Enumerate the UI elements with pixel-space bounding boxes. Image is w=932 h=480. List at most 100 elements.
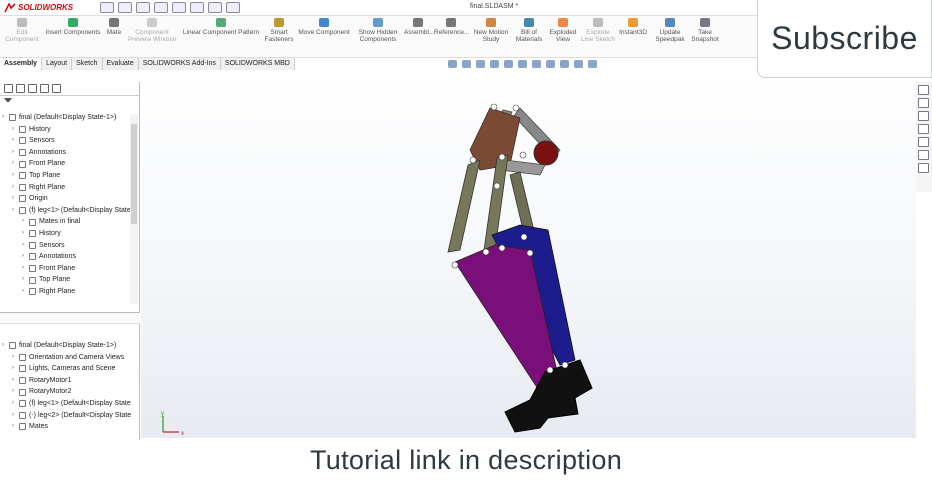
tree-item[interactable]: › (f) leg<1> (Default<Display State — [0, 205, 139, 217]
ribbon-button-0[interactable]: Edit Component — [4, 18, 40, 43]
tree-item[interactable]: › (f) leg<1> (Default<Display State — [0, 398, 140, 410]
appearances-icon[interactable] — [918, 137, 929, 147]
ribbon-button-13[interactable]: Explode Line Sketch — [580, 18, 616, 43]
hide-show-icon[interactable] — [546, 60, 555, 68]
expand-arrow-icon[interactable]: › — [12, 375, 19, 387]
expand-arrow-icon[interactable]: › — [12, 135, 19, 147]
tree-item[interactable]: › Right Plane — [0, 182, 139, 194]
forum-icon[interactable] — [918, 163, 929, 173]
view-settings-icon[interactable] — [588, 60, 597, 68]
dimxpert-tab-icon[interactable] — [40, 84, 49, 93]
expand-arrow-icon[interactable]: › — [22, 216, 29, 228]
solidworks-logo[interactable]: SOLIDWORKS — [2, 2, 86, 14]
thigh-link-left[interactable] — [447, 159, 481, 253]
file-explorer-icon[interactable] — [918, 111, 929, 121]
expand-arrow-icon[interactable]: › — [12, 205, 19, 217]
tree-item[interactable]: › Annotations — [0, 251, 139, 263]
expand-arrow-icon[interactable]: › — [12, 124, 19, 136]
expand-arrow-icon[interactable]: › — [22, 240, 29, 252]
new-icon[interactable] — [100, 2, 114, 13]
expand-arrow-icon[interactable]: › — [12, 410, 19, 422]
tree-item[interactable]: › Front Plane — [0, 158, 139, 170]
property-manager-tab-icon[interactable] — [16, 84, 25, 93]
expand-arrow-icon[interactable]: › — [22, 228, 29, 240]
print-icon[interactable] — [154, 2, 168, 13]
assembly-model[interactable]: x y — [141, 72, 916, 438]
tree-item[interactable]: › Orientation and Camera Views — [0, 352, 140, 364]
tree-item[interactable]: › Sensors — [0, 240, 139, 252]
ribbon-button-2[interactable]: Mate — [104, 18, 124, 36]
expand-arrow-icon[interactable]: › — [12, 363, 19, 375]
undo-icon[interactable] — [172, 2, 186, 13]
expand-arrow-icon[interactable]: › — [12, 147, 19, 159]
expand-arrow-icon[interactable]: › — [22, 286, 29, 298]
tree-item[interactable]: › Front Plane — [0, 263, 139, 275]
save-icon[interactable] — [136, 2, 150, 13]
options-icon[interactable] — [226, 2, 240, 13]
ribbon-button-3[interactable]: Component Preview Window — [126, 18, 178, 43]
expand-arrow-icon[interactable]: › — [12, 193, 19, 205]
tree-item[interactable]: › Annotations — [0, 147, 139, 159]
expand-arrow-icon[interactable]: › — [12, 158, 19, 170]
ribbon-button-11[interactable]: Bill of Materials — [514, 18, 544, 43]
tree-item[interactable]: › Sensors — [0, 135, 139, 147]
home-icon[interactable] — [918, 85, 929, 95]
section-view-icon[interactable] — [490, 60, 499, 68]
tree-item[interactable]: › Top Plane — [0, 274, 139, 286]
expand-arrow-icon[interactable]: › — [2, 112, 9, 124]
tree-item[interactable]: › History — [0, 228, 139, 240]
ribbon-button-4[interactable]: Linear Component Pattern — [182, 18, 260, 36]
ribbon-button-7[interactable]: Show Hidden Components — [356, 18, 400, 43]
ribbon-button-8[interactable]: Assembl... — [404, 18, 434, 36]
configuration-manager-tab-icon[interactable] — [28, 84, 37, 93]
ribbon-button-14[interactable]: Instant3D — [618, 18, 648, 36]
tree-item[interactable]: › Right Plane — [0, 286, 139, 298]
view-orientation-icon[interactable] — [518, 60, 527, 68]
expand-arrow-icon[interactable]: › — [12, 421, 19, 433]
edit-appearance-icon[interactable] — [560, 60, 569, 68]
tree-item[interactable]: › Origin — [0, 193, 139, 205]
expand-arrow-icon[interactable]: › — [12, 352, 19, 364]
tree-item[interactable]: › RotaryMotor2 — [0, 386, 140, 398]
tree-item[interactable]: › Top Plane — [0, 170, 139, 182]
command-tab-2[interactable]: Sketch — [72, 58, 103, 70]
tree-item[interactable]: › RotaryMotor1 — [0, 375, 140, 387]
expand-arrow-icon[interactable]: › — [12, 398, 19, 410]
display-manager-tab-icon[interactable] — [52, 84, 61, 93]
ribbon-button-10[interactable]: New Motion Study — [472, 18, 510, 43]
select-icon[interactable] — [190, 2, 204, 13]
ribbon-button-1[interactable]: Insert Components — [44, 18, 102, 36]
tree-item[interactable]: › final (Default<Display State-1>) — [0, 340, 140, 352]
design-library-icon[interactable] — [918, 98, 929, 108]
graphics-area[interactable]: x y — [141, 72, 916, 438]
tree-item[interactable]: › Mates — [0, 421, 140, 433]
ribbon-button-6[interactable]: Move Component — [296, 18, 352, 36]
expand-arrow-icon[interactable]: › — [2, 340, 9, 352]
expand-arrow-icon[interactable]: › — [22, 251, 29, 263]
scrollbar-thumb[interactable] — [131, 124, 137, 224]
apply-scene-icon[interactable] — [574, 60, 583, 68]
expand-arrow-icon[interactable]: › — [12, 170, 19, 182]
tree-item[interactable]: › Lights, Cameras and Scene — [0, 363, 140, 375]
rebuild-icon[interactable] — [208, 2, 222, 13]
custom-properties-icon[interactable] — [918, 150, 929, 160]
command-tab-3[interactable]: Evaluate — [102, 58, 139, 70]
motor-disc[interactable] — [533, 140, 559, 166]
ribbon-button-5[interactable]: Smart Fasteners — [264, 18, 294, 43]
zoom-fit-icon[interactable] — [448, 60, 457, 68]
subscribe-overlay[interactable]: Subscribe — [757, 0, 932, 78]
dynamic-annotation-icon[interactable] — [504, 60, 513, 68]
feature-tree-scrollbar[interactable] — [130, 114, 138, 304]
expand-arrow-icon[interactable]: › — [22, 274, 29, 286]
expand-arrow-icon[interactable]: › — [12, 386, 19, 398]
command-tab-0[interactable]: Assembly — [0, 58, 43, 70]
ribbon-button-16[interactable]: Take Snapshot — [690, 18, 720, 43]
ribbon-button-15[interactable]: Update Speedpak — [654, 18, 686, 43]
display-style-icon[interactable] — [532, 60, 541, 68]
tree-item[interactable]: › Mates in final — [0, 216, 139, 228]
command-tab-5[interactable]: SOLIDWORKS MBD — [220, 58, 295, 70]
expand-arrow-icon[interactable]: › — [12, 182, 19, 194]
feature-manager-tab-icon[interactable] — [4, 84, 13, 93]
previous-view-icon[interactable] — [476, 60, 485, 68]
ribbon-button-9[interactable]: Reference... — [434, 18, 469, 36]
